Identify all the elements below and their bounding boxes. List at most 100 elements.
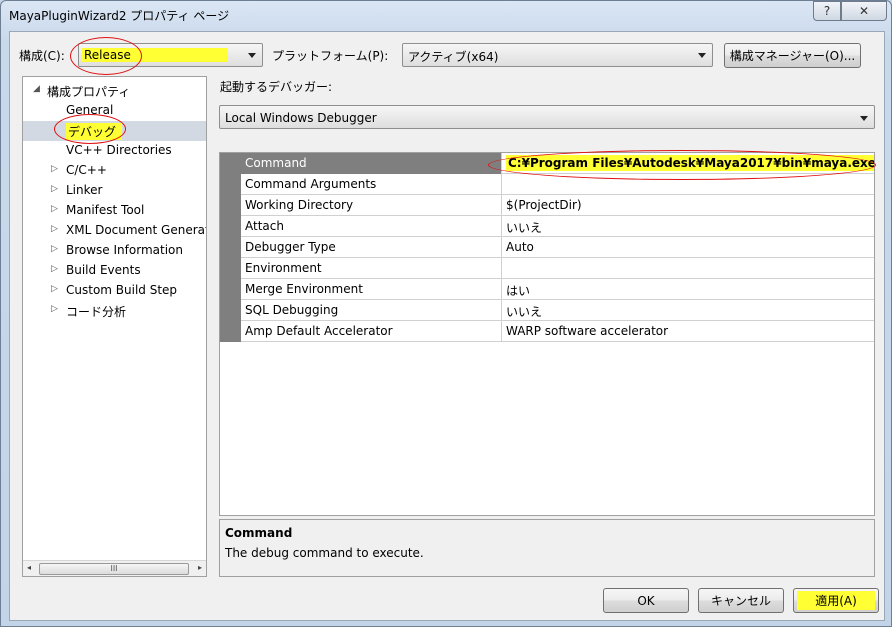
- help-icon: ?: [823, 4, 831, 18]
- tree-item-label: デバッグ: [66, 123, 123, 140]
- row-gutter: [220, 279, 241, 300]
- debugger-select[interactable]: Local Windows Debugger: [219, 105, 875, 129]
- property-row[interactable]: Command C:¥Program Files¥Autodesk¥Maya201…: [220, 153, 874, 174]
- row-gutter: [220, 153, 241, 174]
- platform-select[interactable]: アクティブ(x64): [402, 43, 713, 67]
- tree-item-label: General: [66, 103, 114, 117]
- description-text: The debug command to execute.: [225, 546, 424, 560]
- chevron-down-icon: [248, 53, 256, 58]
- config-label: 構成(C):: [19, 49, 65, 63]
- ok-button[interactable]: OK: [603, 588, 689, 613]
- expand-arrow-icon[interactable]: ▷: [51, 164, 58, 174]
- property-name: Debugger Type: [241, 237, 502, 258]
- property-row[interactable]: Debugger Type Auto: [220, 237, 874, 258]
- tree-item[interactable]: VC++ Directories: [23, 141, 206, 161]
- apply-button[interactable]: 適用(A): [793, 588, 879, 613]
- tree-item-label: VC++ Directories: [66, 143, 172, 157]
- property-value[interactable]: $(ProjectDir): [502, 195, 874, 216]
- tree-item[interactable]: General: [23, 101, 206, 121]
- property-row[interactable]: SQL Debugging いいえ: [220, 300, 874, 321]
- property-name: Working Directory: [241, 195, 502, 216]
- property-value[interactable]: [502, 258, 874, 279]
- tree-item-label: C/C++: [66, 163, 107, 177]
- property-name: SQL Debugging: [241, 300, 502, 321]
- tree-item-label: Manifest Tool: [66, 203, 145, 217]
- chevron-down-icon: [698, 53, 706, 58]
- dialog-body: 構成(C): Release プラットフォーム(P): アクティブ(x64) 構…: [9, 31, 885, 621]
- expand-arrow-icon[interactable]: ▷: [51, 244, 58, 254]
- window-title: MayaPluginWizard2 プロパティ ページ: [9, 9, 230, 23]
- close-button[interactable]: ✕: [841, 1, 887, 21]
- property-row[interactable]: Amp Default Accelerator WARP software acc…: [220, 321, 874, 342]
- cancel-button[interactable]: キャンセル: [698, 588, 784, 613]
- platform-label: プラットフォーム(P):: [272, 49, 389, 63]
- platform-value: アクティブ(x64): [408, 50, 499, 64]
- property-name: Command Arguments: [241, 174, 502, 195]
- scroll-thumb[interactable]: III: [39, 563, 189, 575]
- help-button[interactable]: ?: [813, 1, 841, 21]
- scroll-right-icon[interactable]: ▸: [198, 563, 202, 572]
- property-row[interactable]: Environment: [220, 258, 874, 279]
- row-gutter: [220, 237, 241, 258]
- config-manager-button[interactable]: 構成マネージャー(O)...: [724, 43, 861, 68]
- tree-item[interactable]: ▷ Custom Build Step: [23, 281, 206, 301]
- expand-arrow-icon[interactable]: ▷: [51, 304, 58, 314]
- expand-arrow-icon[interactable]: ▷: [51, 284, 58, 294]
- tree-item[interactable]: デバッグ: [23, 121, 206, 141]
- property-value-text: C:¥Program Files¥Autodesk¥Maya2017¥bin¥m…: [506, 155, 874, 171]
- tree-horizontal-scrollbar[interactable]: ◂ III ▸: [23, 560, 206, 576]
- tree-item-label: コード分析: [66, 305, 127, 319]
- property-name: Merge Environment: [241, 279, 502, 300]
- tree-item[interactable]: ▷ Manifest Tool: [23, 201, 206, 221]
- property-row[interactable]: Merge Environment はい: [220, 279, 874, 300]
- tree-item-label: Build Events: [66, 263, 141, 277]
- tree-item-label: Linker: [66, 183, 103, 197]
- tree-item-label: Browse Information: [66, 243, 183, 257]
- close-icon: ✕: [858, 4, 870, 18]
- row-gutter: [220, 195, 241, 216]
- scroll-left-icon[interactable]: ◂: [27, 563, 31, 572]
- property-name: Environment: [241, 258, 502, 279]
- config-select[interactable]: Release: [78, 43, 263, 67]
- tree-item[interactable]: ▷ C/C++: [23, 161, 206, 181]
- row-gutter: [220, 300, 241, 321]
- row-gutter: [220, 216, 241, 237]
- expanded-arrow-icon[interactable]: ◢: [33, 84, 40, 94]
- title-bar[interactable]: MayaPluginWizard2 プロパティ ページ ? ✕: [1, 1, 891, 29]
- debugger-label: 起動するデバッガー:: [220, 80, 333, 94]
- property-value[interactable]: C:¥Program Files¥Autodesk¥Maya2017¥bin¥m…: [502, 153, 874, 174]
- tree-item-label: 構成プロパティ: [47, 85, 131, 99]
- row-gutter: [220, 321, 241, 342]
- tree-item[interactable]: ▷ コード分析: [23, 301, 206, 321]
- property-value[interactable]: いいえ: [502, 216, 874, 237]
- tree-item[interactable]: ▷ XML Document Generat: [23, 221, 206, 241]
- expand-arrow-icon[interactable]: ▷: [51, 184, 58, 194]
- expand-arrow-icon[interactable]: ▷: [51, 204, 58, 214]
- description-panel: Command The debug command to execute.: [219, 519, 875, 577]
- property-value[interactable]: WARP software accelerator: [502, 321, 874, 342]
- property-tree[interactable]: ▷ コード分析 ▷ Custom Build Step ▷ Build Events ▷ Br…: [22, 76, 207, 577]
- property-grid[interactable]: Command C:¥Program Files¥Autodesk¥Maya201…: [219, 152, 875, 516]
- property-value[interactable]: Auto: [502, 237, 874, 258]
- property-name: Amp Default Accelerator: [241, 321, 502, 342]
- tree-item[interactable]: ◢ 構成プロパティ: [23, 81, 206, 101]
- property-value[interactable]: いいえ: [502, 300, 874, 321]
- property-value[interactable]: はい: [502, 279, 874, 300]
- apply-label: 適用(A): [797, 591, 875, 610]
- property-value[interactable]: [502, 174, 874, 195]
- tree-item[interactable]: ▷ Build Events: [23, 261, 206, 281]
- tree-item[interactable]: ▷ Browse Information: [23, 241, 206, 261]
- config-value: Release: [82, 48, 228, 62]
- property-row[interactable]: Attach いいえ: [220, 216, 874, 237]
- row-gutter: [220, 258, 241, 279]
- chevron-down-icon: [860, 116, 868, 121]
- property-row[interactable]: Command Arguments: [220, 174, 874, 195]
- properties-dialog: MayaPluginWizard2 プロパティ ページ ? ✕ 構成(C): R…: [0, 0, 892, 627]
- description-title: Command: [225, 526, 293, 540]
- expand-arrow-icon[interactable]: ▷: [51, 264, 58, 274]
- tree-item-label: Custom Build Step: [66, 283, 178, 297]
- tree-item-label: XML Document Generat: [66, 223, 207, 237]
- expand-arrow-icon[interactable]: ▷: [51, 224, 58, 234]
- property-row[interactable]: Working Directory $(ProjectDir): [220, 195, 874, 216]
- tree-item[interactable]: ▷ Linker: [23, 181, 206, 201]
